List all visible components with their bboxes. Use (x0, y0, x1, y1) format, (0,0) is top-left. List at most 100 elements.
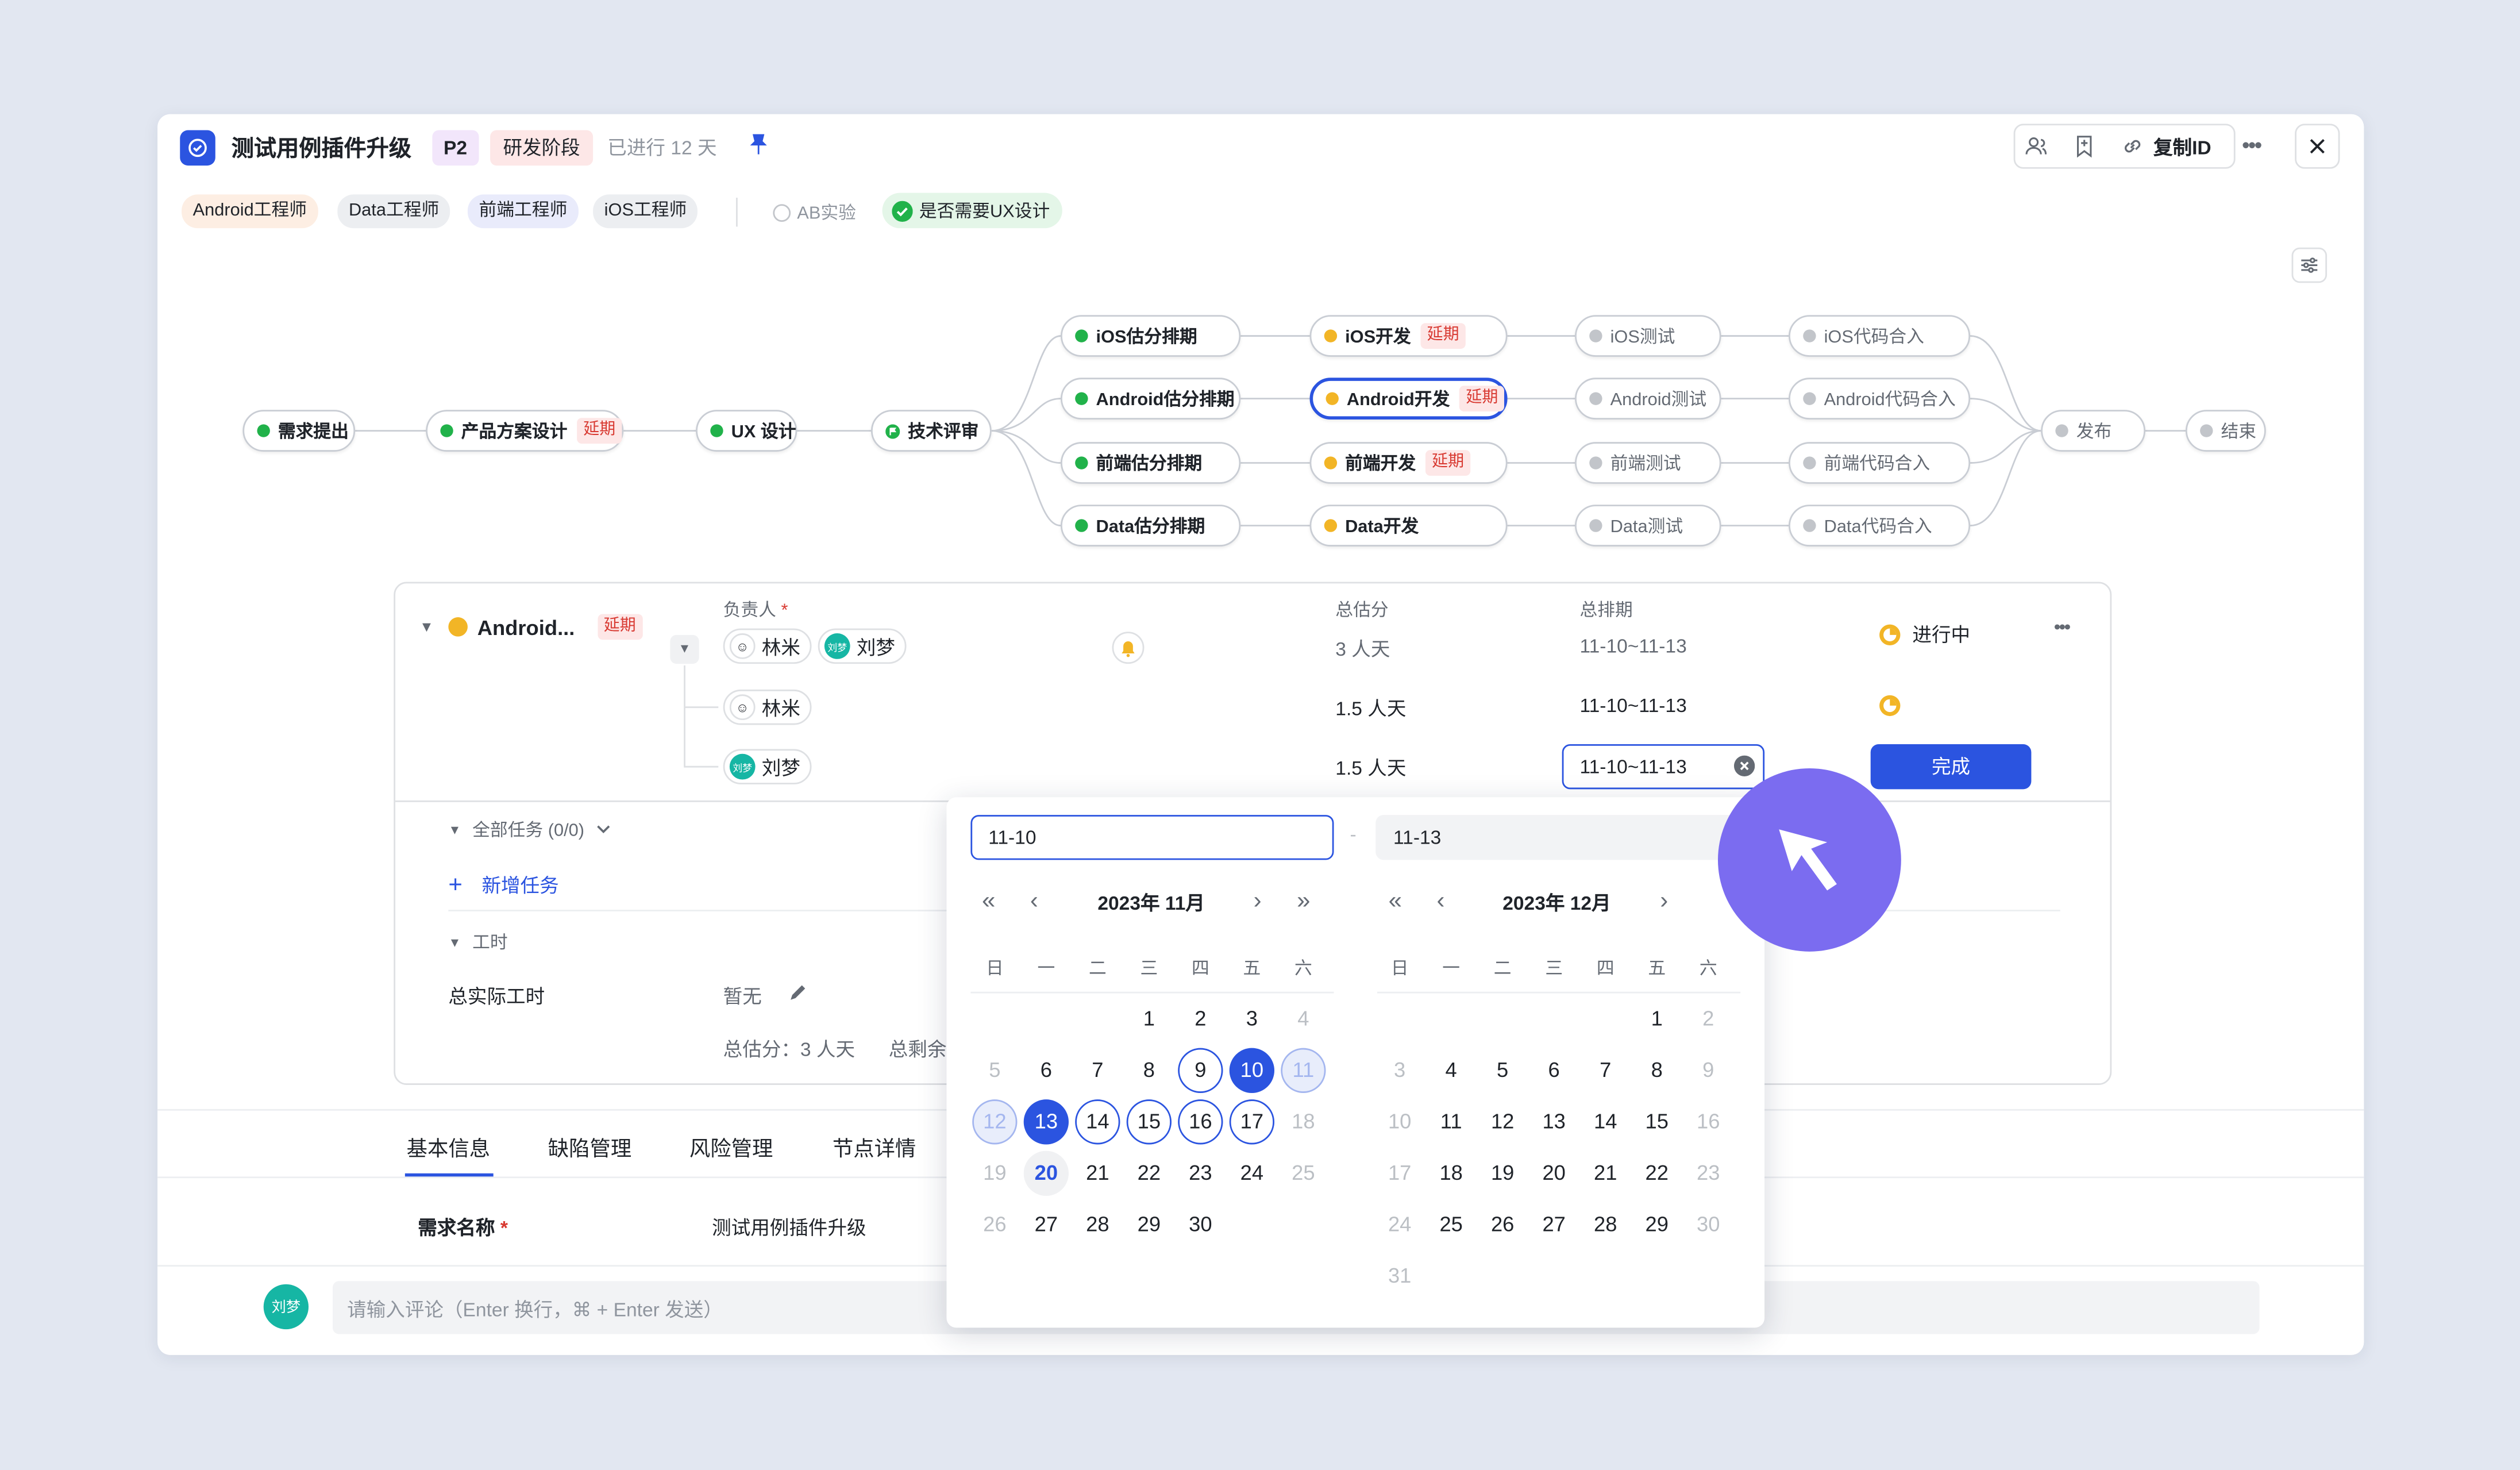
calendar-day[interactable]: 11 (1281, 1048, 1326, 1093)
flow-node-frontend-merge[interactable]: 前端代码合入 (1789, 442, 1971, 484)
calendar-day[interactable]: 30 (1178, 1202, 1223, 1247)
calendar-day[interactable]: 11 (1429, 1099, 1474, 1144)
calendar-day[interactable]: 4 (1281, 996, 1325, 1041)
owner-chip-linmi[interactable]: ☺ 林米 (723, 689, 812, 725)
flow-node-data-estimate[interactable]: Data估分排期 (1061, 505, 1241, 547)
calendar-day[interactable]: 15 (1635, 1099, 1679, 1144)
flow-node-data-merge[interactable]: Data代码合入 (1789, 505, 1971, 547)
flow-node-ios-dev[interactable]: iOS开发 延期 (1309, 315, 1508, 357)
tab-risks[interactable]: 风险管理 (689, 1132, 773, 1162)
calendar-day[interactable]: 22 (1127, 1151, 1172, 1196)
add-task-button[interactable]: + 新增任务 (448, 871, 558, 899)
flow-node-android-estimate[interactable]: Android估分排期 (1061, 378, 1241, 420)
owner-chip-liumeng[interactable]: 刘梦 刘梦 (818, 628, 907, 664)
clear-icon[interactable] (1733, 755, 1755, 784)
expand-subtasks-button[interactable]: ▼ (670, 634, 699, 664)
calendar-day[interactable]: 19 (972, 1151, 1017, 1196)
calendar-day[interactable]: 3 (1377, 1048, 1422, 1093)
calendar-day[interactable]: 1 (1127, 996, 1172, 1041)
flow-node-release[interactable]: 发布 (2041, 410, 2145, 452)
next-year-icon[interactable]: » (1297, 887, 1310, 915)
done-button[interactable]: 完成 (1870, 744, 2032, 790)
calendar-day[interactable]: 10 (1229, 1048, 1275, 1093)
calendar-day[interactable]: 14 (1583, 1099, 1628, 1144)
flow-node-ios-estimate[interactable]: iOS估分排期 (1061, 315, 1241, 357)
right-month-title[interactable]: 2023年 12月 (1502, 889, 1610, 917)
calendar-day[interactable]: 17 (1229, 1099, 1275, 1145)
calendar-day[interactable]: 25 (1281, 1151, 1325, 1196)
calendar-day[interactable]: 16 (1686, 1099, 1731, 1144)
flow-node-ios-merge[interactable]: iOS代码合入 (1789, 315, 1971, 357)
calendar-day[interactable]: 21 (1075, 1151, 1120, 1196)
flow-node-frontend-test[interactable]: 前端测试 (1575, 442, 1721, 484)
tab-defects[interactable]: 缺陷管理 (548, 1132, 631, 1162)
calendar-day[interactable]: 20 (1532, 1151, 1577, 1196)
calendar-day[interactable]: 26 (972, 1202, 1017, 1247)
calendar-day[interactable]: 29 (1635, 1202, 1679, 1247)
calendar-day[interactable]: 25 (1429, 1202, 1474, 1247)
calendar-day[interactable]: 23 (1686, 1151, 1731, 1196)
start-date-input[interactable]: 11-10 (970, 815, 1334, 860)
requirement-name-value[interactable]: 测试用例插件升级 (712, 1214, 866, 1241)
calendar-day[interactable]: 24 (1377, 1202, 1422, 1247)
prev-month-icon[interactable]: ‹ (1437, 887, 1445, 915)
flow-node-android-dev[interactable]: Android开发 延期 (1309, 378, 1508, 420)
flow-node-ux-design[interactable]: UX 设计 (696, 410, 797, 452)
calendar-day[interactable]: 23 (1178, 1151, 1223, 1196)
calendar-day[interactable]: 6 (1532, 1048, 1577, 1093)
calendar-day[interactable]: 12 (1480, 1099, 1525, 1144)
calendar-day[interactable]: 27 (1532, 1202, 1577, 1247)
flow-node-android-test[interactable]: Android测试 (1575, 378, 1721, 420)
owner-chip-linmi[interactable]: ☺ 林米 (723, 628, 812, 664)
next-month-icon[interactable]: › (1660, 887, 1668, 915)
calendar-day[interactable]: 2 (1178, 996, 1223, 1041)
calendar-day[interactable]: 27 (1024, 1202, 1069, 1247)
flow-node-ios-test[interactable]: iOS测试 (1575, 315, 1721, 357)
collapse-caret-icon[interactable]: ▼ (419, 619, 434, 635)
next-month-icon[interactable]: › (1254, 887, 1262, 915)
total-schedule[interactable]: 11-10~11-13 (1579, 635, 1686, 657)
calendar-day[interactable]: 14 (1075, 1099, 1120, 1145)
calendar-day[interactable]: 15 (1126, 1099, 1172, 1145)
calendar-day[interactable]: 21 (1583, 1151, 1628, 1196)
calendar-day[interactable]: 5 (1480, 1048, 1525, 1093)
calendar-day[interactable]: 5 (972, 1048, 1017, 1093)
calendar-day[interactable]: 8 (1127, 1048, 1172, 1093)
flow-node-frontend-dev[interactable]: 前端开发 延期 (1309, 442, 1508, 484)
flow-node-end[interactable]: 结束 (2185, 410, 2266, 452)
calendar-day[interactable]: 4 (1429, 1048, 1474, 1093)
tab-basic-info[interactable]: 基本信息 (407, 1132, 490, 1162)
prev-year-icon[interactable]: « (1389, 887, 1402, 915)
more-icon[interactable]: ••• (2054, 615, 2071, 638)
calendar-day[interactable]: 7 (1075, 1048, 1120, 1093)
calendar-day[interactable]: 12 (972, 1099, 1018, 1145)
row-estimate[interactable]: 1.5 人天 (1335, 694, 1406, 722)
calendar-day[interactable]: 18 (1429, 1151, 1474, 1196)
total-estimate[interactable]: 3 人天 (1335, 635, 1390, 663)
calendar-day[interactable]: 13 (1532, 1099, 1577, 1144)
calendar-day[interactable]: 19 (1480, 1151, 1525, 1196)
prev-year-icon[interactable]: « (982, 887, 995, 915)
prev-month-icon[interactable]: ‹ (1030, 887, 1038, 915)
flow-node-frontend-estimate[interactable]: 前端估分排期 (1061, 442, 1241, 484)
calendar-day[interactable]: 30 (1686, 1202, 1731, 1247)
calendar-day[interactable]: 13 (1023, 1099, 1069, 1145)
flow-node-requirement[interactable]: 需求提出 (242, 410, 356, 452)
calendar-day[interactable]: 29 (1127, 1202, 1172, 1247)
flow-node-product-design[interactable]: 产品方案设计 延期 (426, 410, 624, 452)
worktime-toggle[interactable]: ▼ 工时 (448, 929, 507, 955)
calendar-day[interactable]: 20 (1023, 1150, 1069, 1196)
row-schedule[interactable]: 11-10~11-13 (1579, 694, 1686, 717)
calendar-day[interactable]: 28 (1075, 1202, 1120, 1247)
calendar-day[interactable]: 28 (1583, 1202, 1628, 1247)
remind-button[interactable] (1112, 632, 1145, 664)
calendar-day[interactable]: 18 (1281, 1099, 1325, 1144)
calendar-day[interactable]: 7 (1583, 1048, 1628, 1093)
calendar-day[interactable]: 24 (1230, 1151, 1274, 1196)
edit-icon[interactable] (788, 982, 808, 1011)
calendar-day[interactable]: 17 (1377, 1151, 1422, 1196)
end-date-input[interactable]: 11-13 (1375, 815, 1739, 860)
calendar-day[interactable]: 10 (1377, 1099, 1422, 1144)
tab-node-details[interactable]: 节点详情 (833, 1132, 916, 1162)
owner-chip-liumeng[interactable]: 刘梦 刘梦 (723, 749, 812, 784)
